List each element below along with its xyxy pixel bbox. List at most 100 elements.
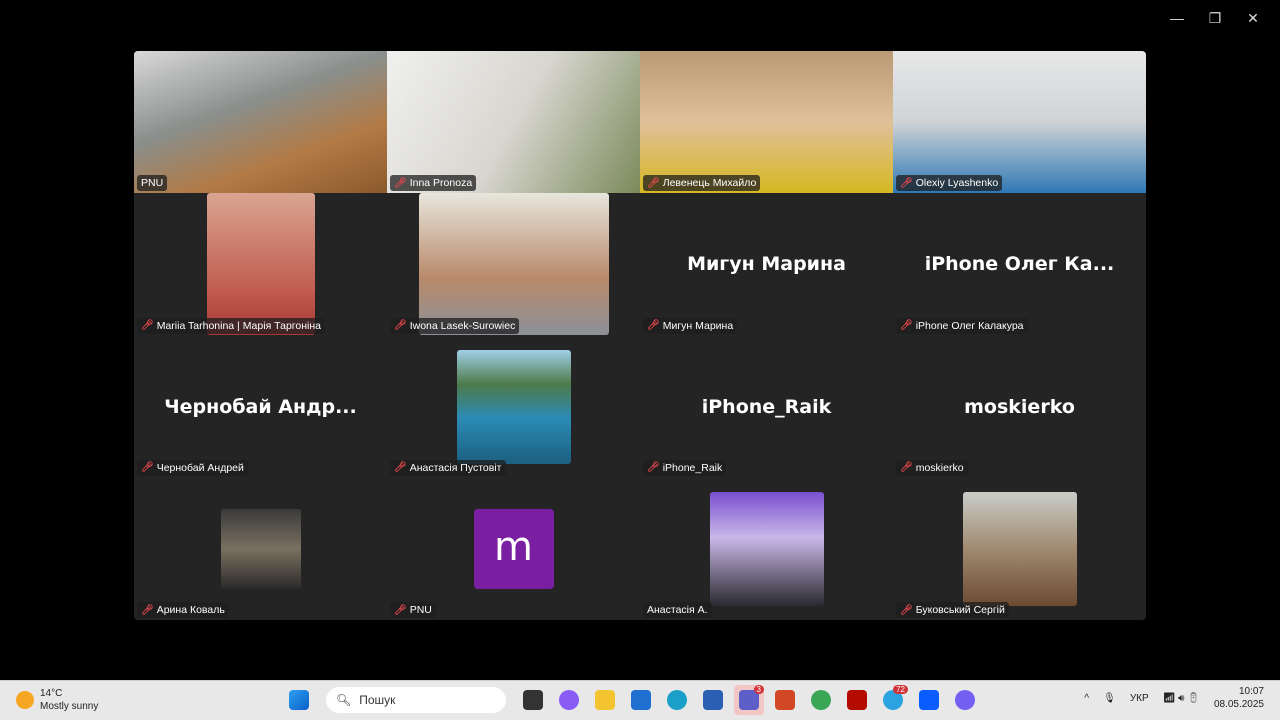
chrome-icon <box>811 690 831 710</box>
muted-mic-icon: 🎤︎ <box>394 320 407 331</box>
participant-video <box>709 491 824 606</box>
participant-name: PNU <box>409 604 432 616</box>
participant-tile[interactable]: Чернобай Андр... 🎤︎ Чернобай Андрей <box>134 335 387 478</box>
copilot-icon <box>559 690 579 710</box>
date: 08.05.2025 <box>1213 699 1264 710</box>
muted-mic-icon: 🎤︎ <box>900 177 913 189</box>
edge-taskbar-button[interactable] <box>662 685 692 715</box>
clock[interactable]: 10:07 08.05.2025 <box>1214 685 1264 711</box>
search-placeholder: Пошук <box>359 693 396 707</box>
participant-name-label: 🎤︎ Анастасія Пустовіт <box>390 459 506 476</box>
participant-tile[interactable]: m 🎤︎ PNU <box>387 477 640 620</box>
participant-video <box>220 508 301 589</box>
participant-tile[interactable]: iPhone Олег Ка... 🎤︎ iPhone Олег Калакура <box>893 193 1146 336</box>
participant-tile[interactable]: 🎤︎ Левенець Михайло <box>640 51 893 194</box>
participant-video <box>134 51 387 194</box>
search-box[interactable]: 🔍︎ Пошук <box>326 687 506 713</box>
participant-tile[interactable]: PNU <box>134 51 387 194</box>
muted-mic-icon: 🎤︎ <box>900 604 913 616</box>
participant-video <box>456 349 571 464</box>
chrome-taskbar-button[interactable] <box>806 685 836 715</box>
participant-name-label: 🎤︎ iPhone_Raik <box>643 459 727 476</box>
acrobat-icon <box>847 690 867 710</box>
participant-tile[interactable]: 🎤︎ Mariia Tarhonina | Марія Таргоніна <box>134 193 387 336</box>
participant-tile[interactable]: 🎤︎ Inna Pronoza <box>387 51 640 194</box>
participant-video <box>418 193 609 336</box>
zoom-taskbar-button[interactable] <box>914 685 944 715</box>
participant-tile[interactable]: Мигун Марина 🎤︎ Мигун Марина <box>640 193 893 336</box>
participant-tile[interactable]: 🎤︎ Iwona Lasek-Surowiec <box>387 193 640 336</box>
participant-tile[interactable]: moskierko 🎤︎ moskierko <box>893 335 1146 478</box>
participant-video <box>640 51 893 194</box>
powerpoint-taskbar-button[interactable] <box>770 685 800 715</box>
weather-widget[interactable]: 14°C Mostly sunny <box>16 687 98 713</box>
time: 10:07 <box>1238 686 1264 697</box>
participant-tile[interactable]: iPhone_Raik 🎤︎ iPhone_Raik <box>640 335 893 478</box>
viber-taskbar-button[interactable] <box>950 685 980 715</box>
muted-mic-icon: 🎤︎ <box>900 462 913 474</box>
participant-tile[interactable]: 🎤︎ Арина Коваль <box>134 477 387 620</box>
participant-display-name: Мигун Марина <box>687 253 846 276</box>
weather-desc: Mostly sunny <box>40 701 99 712</box>
file-explorer-taskbar-button[interactable] <box>590 685 620 715</box>
participant-display-name: iPhone Олег Ка... <box>924 253 1115 276</box>
participant-name: Буковський Сергій <box>915 604 1005 616</box>
show-hidden-icons-button[interactable]: ^ <box>1084 693 1089 704</box>
network-volume-battery-icons[interactable]: 📶︎ 🔊︎ 🔋︎ <box>1163 693 1200 704</box>
window-controls: — ❐ ✕ <box>1158 8 1272 28</box>
copilot-taskbar-button[interactable] <box>554 685 584 715</box>
participant-name: Мигун Марина <box>662 319 734 332</box>
close-button[interactable]: ✕ <box>1234 8 1272 28</box>
participant-name-label: 🎤︎ Буковський Сергій <box>896 602 1009 618</box>
participant-gallery: PNU 🎤︎ Inna Pronoza 🎤︎ Левенець Михайло 🎤︎ Ole… <box>134 51 1146 620</box>
muted-mic-icon: 🎤︎ <box>394 604 407 616</box>
participant-display-name: iPhone_Raik <box>701 395 832 418</box>
participant-tile[interactable]: 🎤︎ Olexiy Lyashenko <box>893 51 1146 194</box>
participant-name-label: 🎤︎ Inna Pronoza <box>390 175 477 192</box>
acrobat-taskbar-button[interactable] <box>842 685 872 715</box>
participant-tile[interactable]: Анастасія А. <box>640 477 893 620</box>
muted-mic-icon: 🎤︎ <box>394 177 407 189</box>
language-indicator[interactable]: УКР <box>1130 693 1149 704</box>
participant-name-label: 🎤︎ Арина Коваль <box>137 602 229 618</box>
participant-name: Mariia Tarhonina | Марія Таргоніна <box>156 319 322 332</box>
microphone-icon[interactable]: 🎙︎ <box>1103 693 1116 704</box>
participant-name: Iwona Lasek-Surowiec <box>409 319 516 332</box>
participant-name-label: 🎤︎ Чернобай Андрей <box>137 459 248 476</box>
telegram-taskbar-button[interactable]: 72 <box>878 685 908 715</box>
minimize-button[interactable]: — <box>1158 8 1196 28</box>
participant-tile[interactable]: 🎤︎ Анастасія Пустовіт <box>387 335 640 478</box>
taskbar: 14°C Mostly sunny 🔍︎ Пошук 3 72 ^ 🎙︎ УКР 📶︎… <box>0 680 1280 720</box>
participant-name-label: PNU <box>137 175 168 192</box>
participant-name: moskierko <box>915 461 964 474</box>
participant-avatar: m <box>473 508 554 589</box>
word-taskbar-button[interactable] <box>698 685 728 715</box>
participant-tile[interactable]: 🎤︎ Буковський Сергій <box>893 477 1146 620</box>
start-button[interactable] <box>284 685 314 715</box>
muted-mic-icon: 🎤︎ <box>647 462 660 474</box>
task-view-taskbar-button[interactable] <box>518 685 548 715</box>
notification-badge: 3 <box>753 685 764 694</box>
weather-temp: 14°C <box>40 688 63 699</box>
participant-video <box>206 193 315 336</box>
windows-icon <box>289 690 309 710</box>
microsoft-store-taskbar-button[interactable] <box>626 685 656 715</box>
participant-name: Анастасія А. <box>647 604 708 616</box>
participant-name: Арина Коваль <box>156 604 225 616</box>
muted-mic-icon: 🎤︎ <box>900 320 913 331</box>
file-explorer-icon <box>595 690 615 710</box>
participant-name-label: 🎤︎ Iwona Lasek-Surowiec <box>390 317 520 334</box>
search-icon: 🔍︎ <box>336 693 352 707</box>
teams-taskbar-button[interactable]: 3 <box>734 685 764 715</box>
muted-mic-icon: 🎤︎ <box>141 320 154 331</box>
participant-video <box>893 51 1146 194</box>
participant-name-label: 🎤︎ PNU <box>390 602 436 618</box>
restore-button[interactable]: ❐ <box>1196 8 1234 28</box>
muted-mic-icon: 🎤︎ <box>141 604 154 616</box>
participant-video <box>962 491 1077 606</box>
participant-display-name: moskierko <box>964 395 1075 418</box>
word-icon <box>703 690 723 710</box>
participant-name: Чернобай Андрей <box>156 461 244 474</box>
muted-mic-icon: 🎤︎ <box>647 177 660 189</box>
muted-mic-icon: 🎤︎ <box>647 320 660 331</box>
